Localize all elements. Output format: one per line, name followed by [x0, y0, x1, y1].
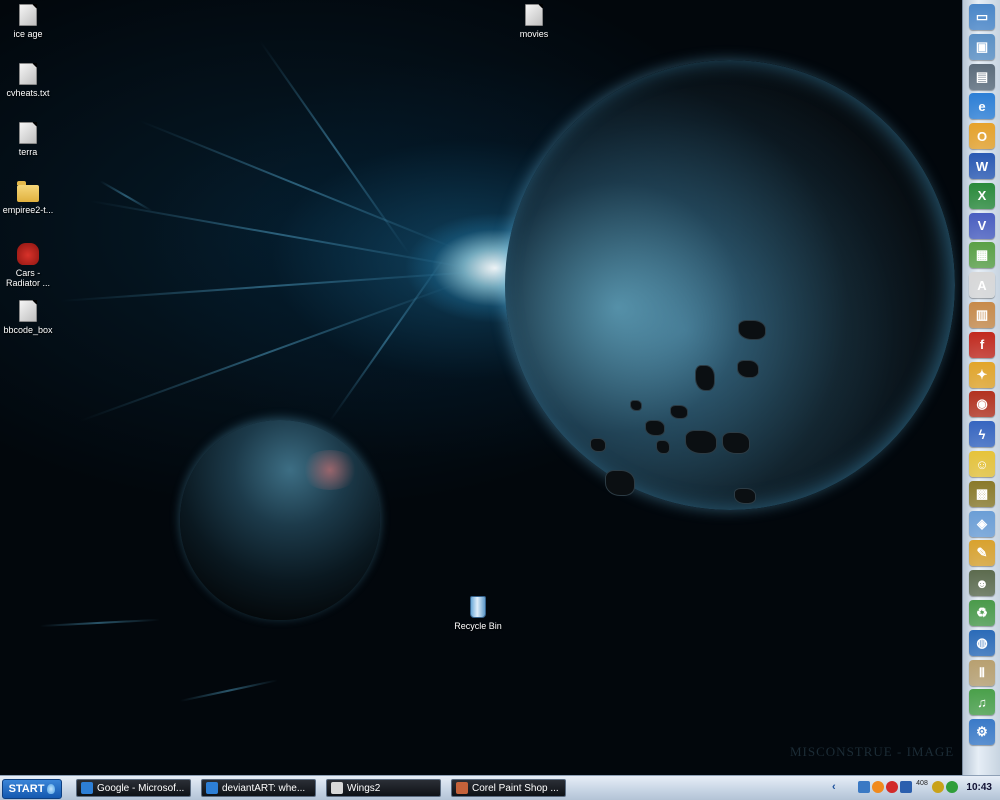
ie-icon	[206, 782, 218, 794]
wallpaper-watermark: MISCONSTRUE - IMAGE	[790, 744, 955, 759]
taskbar-button-wings2[interactable]: Wings2	[326, 779, 441, 797]
red-tray-icon[interactable]	[886, 781, 898, 793]
desktop-icon-movies[interactable]: movies	[499, 4, 569, 39]
messenger-tray-icon[interactable]	[946, 781, 958, 793]
file-icon	[525, 4, 543, 26]
tray-expand-chevron-icon[interactable]: ‹	[832, 781, 836, 793]
asteroid	[590, 438, 606, 452]
desktop-icon-terra[interactable]: terra	[0, 122, 63, 157]
maps-icon[interactable]: ▦	[969, 242, 995, 269]
asteroid	[737, 360, 759, 378]
wallpaper-ray	[259, 40, 410, 255]
file-icon	[19, 4, 37, 26]
file-icon	[19, 300, 37, 322]
taskbar-button-label: Corel Paint Shop ...	[472, 782, 559, 794]
tools2-icon[interactable]: ⚙	[969, 719, 995, 746]
start-button[interactable]: START	[2, 779, 62, 799]
network-tray-icon[interactable]	[858, 781, 870, 793]
asteroid	[685, 430, 717, 454]
network-icon[interactable]: ◈	[969, 510, 995, 537]
messenger-icon[interactable]: ☺	[969, 451, 995, 477]
wallpaper-ray	[139, 120, 456, 250]
desktop-icon-label: Recycle Bin	[454, 621, 502, 631]
file-icon	[19, 63, 37, 85]
taskbar-button-corel-paint-shop[interactable]: Corel Paint Shop ...	[451, 779, 566, 797]
taskbar-clock[interactable]: 10:43	[966, 782, 992, 793]
folder-icon	[17, 181, 39, 202]
monitor-icon[interactable]: ▭	[969, 4, 995, 30]
asteroid	[738, 320, 766, 340]
desktop-icon-label: terra	[18, 147, 38, 157]
internet-explorer-icon[interactable]: e	[969, 93, 995, 120]
asteroid	[670, 405, 688, 419]
asteroid	[656, 440, 670, 454]
desktop-icon-empiree2[interactable]: empiree2-t...	[0, 181, 63, 215]
wallpaper-ray	[89, 200, 465, 268]
ie-icon	[81, 782, 93, 794]
desktop-icon-cars-radiator[interactable]: Cars - Radiator ...	[0, 243, 63, 288]
flash-icon[interactable]: f	[969, 331, 995, 358]
lightning-icon[interactable]: ϟ	[969, 421, 995, 448]
asteroid	[605, 470, 635, 496]
asteroid	[722, 432, 750, 454]
status-tray-icon[interactable]	[900, 781, 912, 793]
empire-icon[interactable]: Ⅱ	[969, 659, 995, 686]
taskbar-button-label: deviantART: whe...	[222, 782, 306, 794]
desktop-wallpaper: MISCONSTRUE - IMAGE	[0, 0, 1000, 775]
wallpaper-ray	[79, 283, 457, 422]
orange-tray-icon[interactable]	[872, 781, 884, 793]
globe-icon[interactable]: ◍	[969, 629, 995, 656]
impact-flare	[300, 450, 360, 490]
taskbar-button-label: Wings2	[347, 782, 381, 794]
pencil-icon[interactable]: ✎	[969, 540, 995, 567]
asteroid	[645, 420, 665, 436]
installer-icon[interactable]: ▥	[969, 302, 995, 328]
computers-icon[interactable]: ▣	[969, 33, 995, 60]
desktop-icon-cvheats[interactable]: cvheats.txt	[0, 63, 63, 98]
server-icon[interactable]: ▤	[969, 63, 995, 90]
taskbar: START Google - Microsof... deviantART: w…	[0, 775, 1000, 800]
excel-icon[interactable]: X	[969, 182, 995, 209]
folder-icon	[331, 782, 343, 794]
taskbar-button-deviantart[interactable]: deviantART: whe...	[201, 779, 316, 797]
desktop-icon-ice-age[interactable]: ice age	[0, 4, 63, 39]
asteroid	[695, 365, 715, 391]
start-label: START	[8, 783, 45, 795]
tray-counter-badge[interactable]: 408	[914, 780, 930, 788]
desktop-icon-label: movies	[519, 29, 549, 39]
quick-launch-dock: ▭ ▣ ▤ e O W X V ▦ A ▥ f ✦ ◉ ϟ ☺ ▩ ◈ ✎ ☻ ♻ ◍ Ⅱ ♫ ⚙	[962, 0, 1000, 775]
cars-icon	[17, 243, 39, 265]
music-icon[interactable]: ♫	[969, 689, 995, 716]
wallpaper-ray	[39, 618, 160, 627]
visio-icon[interactable]: V	[969, 212, 995, 239]
circle-tray-icon[interactable]	[932, 781, 944, 793]
outlook-icon[interactable]: O	[969, 123, 995, 150]
media-icon[interactable]: ◉	[969, 391, 995, 418]
game-character-icon[interactable]: ☻	[969, 570, 995, 597]
desktop-icon-label: empiree2-t...	[2, 205, 54, 215]
film-icon[interactable]: ▩	[969, 480, 995, 507]
acrobat-icon[interactable]: A	[969, 272, 995, 299]
taskbar-button-label: Google - Microsof...	[97, 782, 185, 794]
desktop-icon-bbcode-box[interactable]: bbcode_box	[0, 300, 63, 335]
file-icon	[19, 122, 37, 144]
asteroid	[734, 488, 756, 504]
start-orb-icon	[47, 784, 56, 794]
desktop-icon-label: Cars - Radiator ...	[5, 268, 51, 288]
taskbar-button-google[interactable]: Google - Microsof...	[76, 779, 191, 797]
wallpaper-ray	[179, 679, 279, 702]
system-tray: ‹ 408 10:43	[830, 778, 998, 798]
small-planet	[180, 420, 380, 620]
desktop-icon-label: ice age	[13, 29, 43, 39]
tools-icon[interactable]: ✦	[969, 361, 995, 388]
word-icon[interactable]: W	[969, 153, 995, 179]
recycle-icon[interactable]: ♻	[969, 600, 995, 626]
desktop-icon-label: cvheats.txt	[6, 88, 50, 98]
recycle-bin-icon	[470, 596, 486, 618]
paint-shop-icon	[456, 782, 468, 794]
desktop-icon-label: bbcode_box	[3, 325, 53, 335]
asteroid	[630, 400, 642, 411]
desktop-icon-recycle-bin[interactable]: Recycle Bin	[443, 596, 513, 631]
